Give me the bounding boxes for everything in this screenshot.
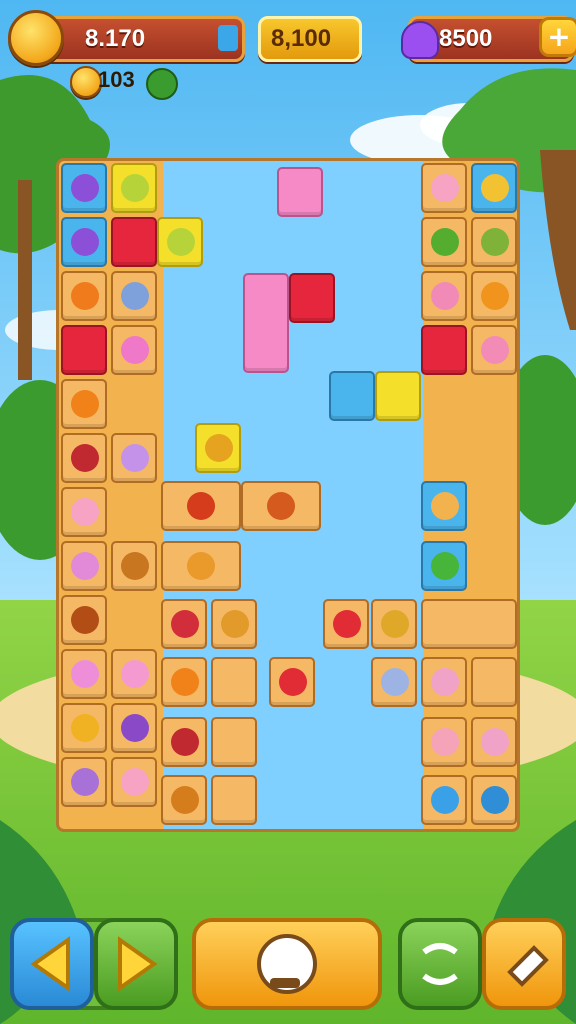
plus-icon: + [547, 20, 571, 53]
tile[interactable] [421, 163, 467, 213]
left-button[interactable] [10, 918, 94, 1010]
check-badge-icon [146, 68, 178, 100]
tile[interactable] [421, 271, 467, 321]
center-counter-value: 8,100 [271, 25, 332, 52]
score-bar-end [218, 25, 238, 51]
tile[interactable] [375, 371, 421, 421]
tile[interactable] [61, 703, 107, 753]
right-button[interactable] [94, 918, 178, 1010]
tile[interactable] [61, 649, 107, 699]
tile[interactable] [471, 217, 517, 267]
tile[interactable] [61, 595, 107, 645]
tile[interactable] [61, 541, 107, 591]
tile[interactable] [421, 481, 467, 531]
tile[interactable] [421, 599, 517, 649]
tile[interactable] [241, 481, 321, 531]
tile[interactable] [471, 325, 517, 375]
tile[interactable] [195, 423, 241, 473]
tile[interactable] [61, 271, 107, 321]
tile[interactable] [61, 379, 107, 429]
tile[interactable] [111, 433, 157, 483]
gem-value: 8500 [439, 25, 493, 52]
tile[interactable] [371, 599, 417, 649]
tile[interactable] [111, 217, 157, 267]
tile[interactable] [61, 487, 107, 537]
tile[interactable] [471, 657, 517, 707]
hint-magnifier-icon [257, 934, 317, 994]
tile[interactable] [111, 703, 157, 753]
tile[interactable] [161, 775, 207, 825]
tile[interactable] [61, 217, 107, 267]
tile[interactable] [161, 481, 241, 531]
tile[interactable] [111, 541, 157, 591]
tile[interactable] [111, 271, 157, 321]
tile[interactable] [61, 325, 107, 375]
tile[interactable] [371, 657, 417, 707]
tile[interactable] [157, 217, 203, 267]
tile[interactable] [61, 433, 107, 483]
shuffle-button[interactable] [398, 918, 482, 1010]
tile[interactable] [421, 775, 467, 825]
coins-value: 103 [98, 67, 135, 92]
tile[interactable] [211, 717, 257, 767]
tile[interactable] [111, 649, 157, 699]
tile[interactable] [277, 167, 323, 217]
tile[interactable] [161, 657, 207, 707]
tile[interactable] [161, 717, 207, 767]
gem-icon [401, 21, 439, 59]
tile[interactable] [111, 163, 157, 213]
tile[interactable] [471, 163, 517, 213]
tile[interactable] [421, 657, 467, 707]
tile[interactable] [471, 717, 517, 767]
tile[interactable] [161, 541, 241, 591]
tile[interactable] [61, 163, 107, 213]
tile[interactable] [289, 273, 335, 323]
tile[interactable] [471, 775, 517, 825]
tile[interactable] [269, 657, 315, 707]
tile[interactable] [211, 599, 257, 649]
score-value: 8.170 [85, 25, 146, 52]
tile[interactable] [421, 325, 467, 375]
tile[interactable] [421, 717, 467, 767]
tile[interactable] [421, 217, 467, 267]
game-scene: 8.170 8,100 8500 + 103 [0, 0, 576, 1024]
tile[interactable] [211, 775, 257, 825]
center-counter: 8,100 [258, 16, 362, 62]
shuffle-icon [422, 943, 458, 985]
tile[interactable] [111, 757, 157, 807]
add-gems-button[interactable]: + [539, 17, 576, 57]
eraser-button[interactable] [482, 918, 566, 1010]
tile[interactable] [161, 599, 207, 649]
score-bar: 8.170 [34, 16, 245, 62]
tile[interactable] [471, 271, 517, 321]
tile[interactable] [111, 325, 157, 375]
eraser-icon [507, 945, 549, 987]
tile[interactable] [323, 599, 369, 649]
star-badge-icon [8, 10, 64, 66]
arrow-right-icon [118, 936, 158, 992]
tile[interactable] [211, 657, 257, 707]
tile[interactable] [329, 371, 375, 421]
gem-bar: 8500 + [401, 16, 576, 62]
tile[interactable] [243, 273, 289, 373]
tile[interactable] [61, 757, 107, 807]
game-board [56, 158, 520, 832]
hint-button[interactable] [192, 918, 382, 1010]
arrow-left-icon [30, 936, 70, 992]
tile[interactable] [421, 541, 467, 591]
